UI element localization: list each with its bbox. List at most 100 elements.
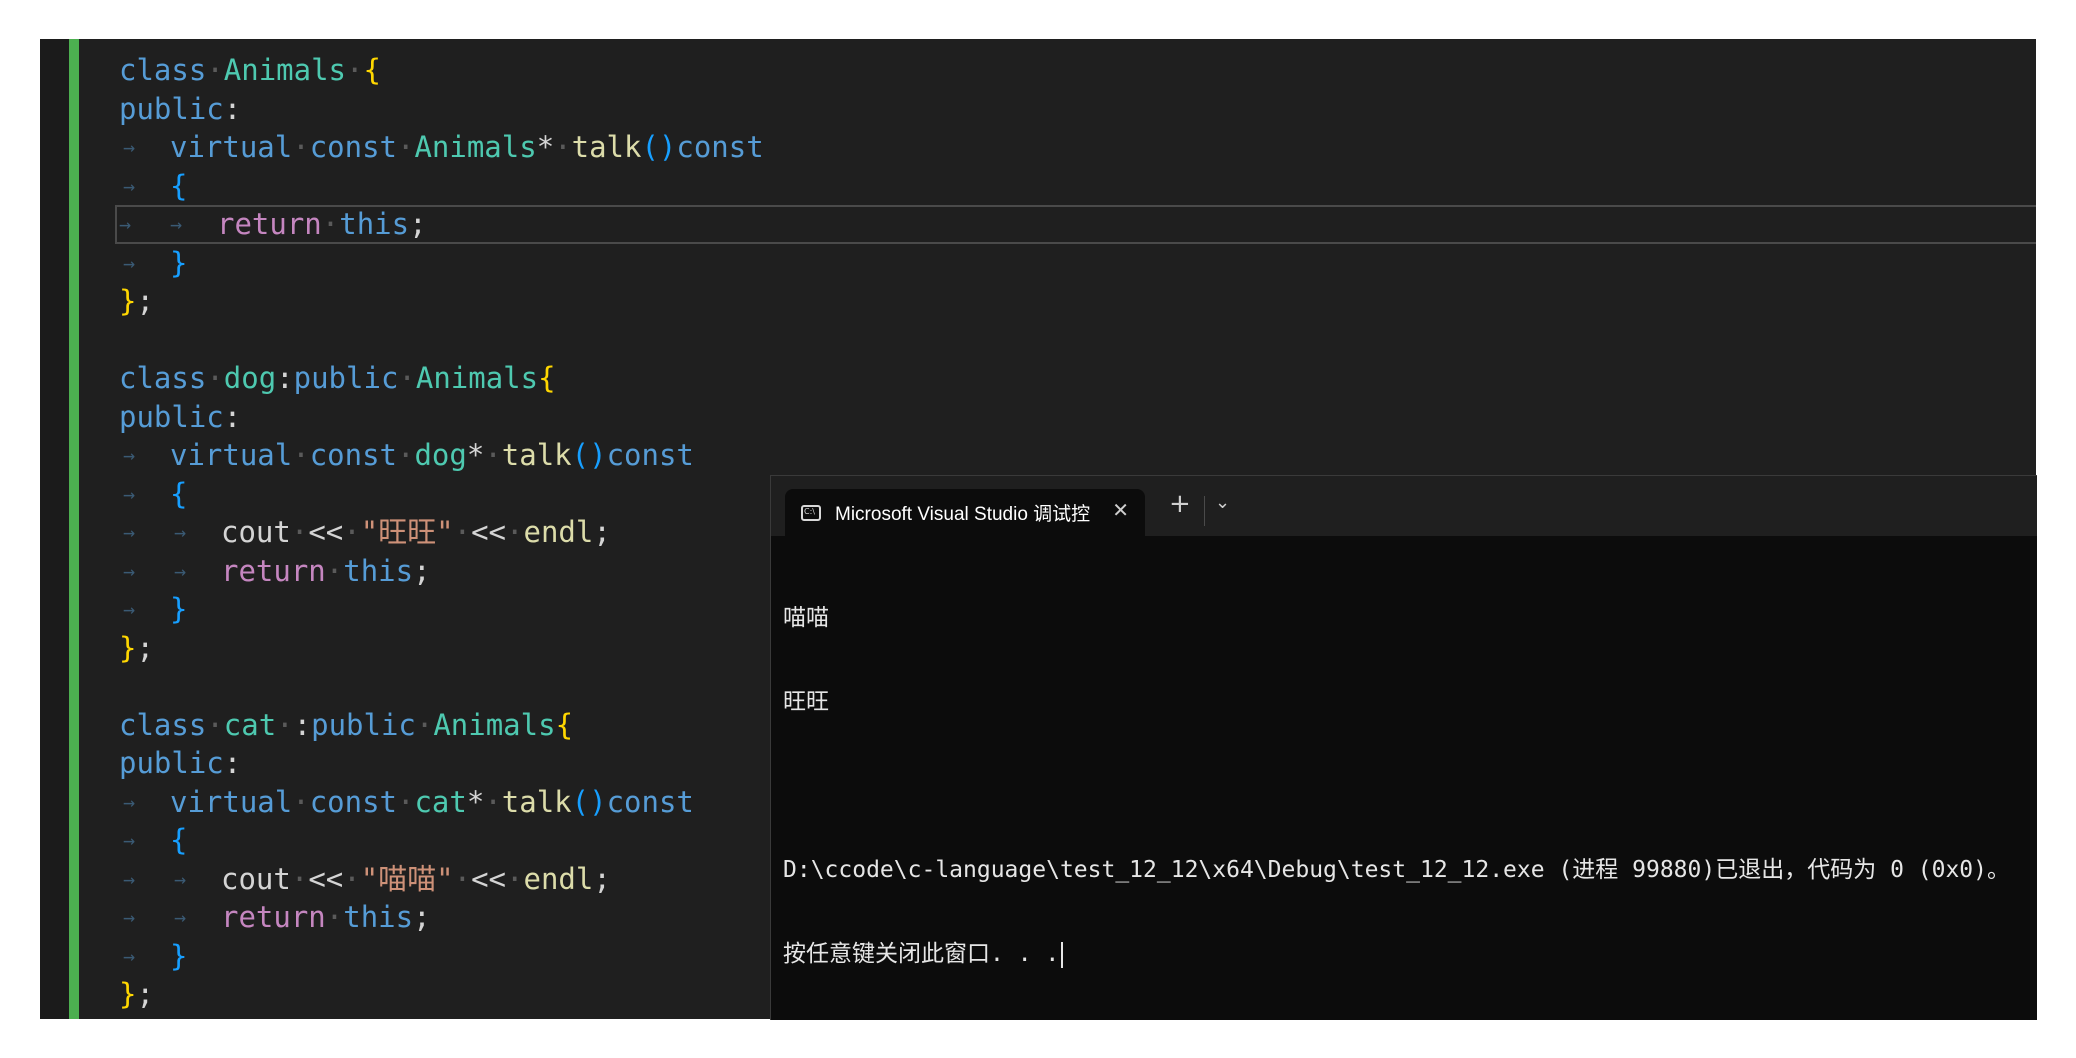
code-content: {: [170, 821, 187, 860]
code-token: {: [170, 823, 188, 857]
code-token: this: [343, 553, 414, 588]
code-content: class·Animals·{: [119, 51, 381, 90]
space-marker: ·: [397, 784, 415, 819]
tab-title: Microsoft Visual Studio 调试控: [835, 504, 1091, 525]
code-token: ;: [593, 861, 611, 896]
tab-separator: [1204, 496, 1205, 526]
code-token: ;: [413, 900, 431, 934]
tab-whitespace-icon: →: [123, 443, 136, 467]
code-token: :: [223, 399, 242, 434]
space-marker: ·: [321, 207, 340, 241]
terminal-output[interactable]: 喵喵 旺旺 D:\ccode\c-language\test_12_12\x64…: [783, 548, 2010, 1020]
code-token: }: [170, 938, 188, 973]
code-token: {: [555, 707, 574, 742]
code-token: talk: [501, 784, 572, 819]
tab-whitespace-icon: →: [123, 597, 136, 621]
code-content: {: [170, 167, 187, 206]
tab-whitespace-icon: →: [123, 828, 136, 852]
code-token: <<: [308, 515, 344, 549]
code-token: cat: [414, 784, 467, 819]
code-token: public: [293, 361, 399, 395]
code-content: public:: [119, 398, 241, 437]
chevron-down-icon[interactable]: ⌄: [1215, 492, 1230, 513]
tab-whitespace-icon: →: [123, 173, 136, 198]
space-marker: ·: [276, 707, 294, 742]
space-marker: ·: [206, 707, 224, 742]
code-token: Animals: [415, 361, 539, 395]
code-line[interactable]: →}: [119, 244, 2036, 283]
code-content: }: [170, 590, 187, 629]
code-content: public:: [119, 744, 241, 783]
code-token: {: [170, 168, 188, 203]
code-token: ;: [136, 977, 154, 1011]
code-token: }: [170, 245, 188, 280]
code-token: {: [170, 476, 188, 511]
code-token: :: [223, 91, 242, 126]
space-marker: ·: [343, 861, 361, 896]
code-content: {: [170, 475, 187, 514]
code-line[interactable]: class·Animals·{: [119, 51, 2036, 90]
output-line: 旺旺: [783, 689, 829, 715]
code-token: return: [217, 207, 322, 241]
code-content: };: [119, 975, 154, 1014]
prompt-line: 按任意键关闭此窗口. . .: [783, 940, 2010, 968]
code-token: "旺旺": [360, 515, 454, 549]
console-icon: [801, 504, 821, 521]
code-token: <<: [471, 515, 507, 549]
code-token: public: [119, 746, 224, 780]
code-token: cout: [221, 861, 291, 896]
code-token: this: [343, 900, 414, 934]
code-content: public:: [119, 90, 241, 129]
code-token: (): [641, 130, 677, 164]
code-line[interactable]: →{: [119, 167, 2036, 206]
space-marker: ·: [292, 438, 310, 472]
code-line[interactable]: };: [119, 282, 2036, 321]
space-marker: ·: [397, 438, 415, 472]
debug-console-window[interactable]: Microsoft Visual Studio 调试控 ✕ + ⌄ 喵喵 旺旺 …: [770, 475, 2037, 1020]
code-token: return: [221, 553, 326, 588]
code-token: virtual: [170, 438, 293, 472]
close-tab-icon[interactable]: ✕: [1112, 498, 1129, 522]
code-line[interactable]: → → return·this;: [115, 205, 2036, 244]
code-token: const: [309, 130, 397, 164]
code-content: };: [119, 629, 154, 668]
code-token: ;: [136, 630, 154, 665]
tab-whitespace-icon: →: [123, 866, 136, 891]
code-token: *: [466, 438, 485, 472]
code-line[interactable]: [119, 321, 2036, 360]
code-token: virtual: [170, 130, 293, 164]
code-content: }: [170, 937, 187, 976]
code-line[interactable]: public:: [119, 398, 2036, 437]
code-token: <<: [471, 861, 507, 896]
code-line[interactable]: → virtual·const·dog*·talk()const: [119, 436, 2036, 475]
code-token: ;: [409, 207, 427, 241]
code-token: (): [571, 438, 607, 472]
code-token: const: [309, 784, 397, 819]
code-line[interactable]: → virtual·const·Animals*·talk()const: [119, 128, 2036, 167]
tab-whitespace-icon: →: [123, 943, 136, 968]
code-token: ;: [136, 284, 154, 318]
code-token: talk: [501, 438, 572, 472]
space-marker: ·: [415, 707, 434, 742]
terminal-tab[interactable]: Microsoft Visual Studio 调试控 ✕: [785, 489, 1145, 536]
code-line[interactable]: class·dog:public·Animals{: [119, 359, 2036, 398]
code-token: this: [339, 207, 410, 241]
space-marker: ·: [346, 53, 364, 87]
space-marker: ·: [453, 515, 472, 549]
tab-whitespace-icon: →: [170, 212, 183, 236]
tab-whitespace-icon: →: [174, 558, 187, 583]
code-token: class: [119, 361, 207, 395]
tab-whitespace-icon: →: [123, 558, 136, 583]
code-token: Animals: [414, 130, 537, 164]
tab-whitespace-icon: →: [123, 789, 136, 814]
space-marker: ·: [453, 861, 472, 896]
space-marker: ·: [290, 515, 309, 549]
code-token: dog: [414, 438, 467, 472]
new-tab-button[interactable]: +: [1169, 489, 1191, 519]
code-line[interactable]: public:: [119, 90, 2036, 129]
space-marker: ·: [484, 784, 502, 819]
code-token: }: [170, 592, 188, 626]
code-token: }: [119, 977, 137, 1011]
space-marker: ·: [292, 784, 310, 819]
code-token: <<: [308, 861, 344, 896]
